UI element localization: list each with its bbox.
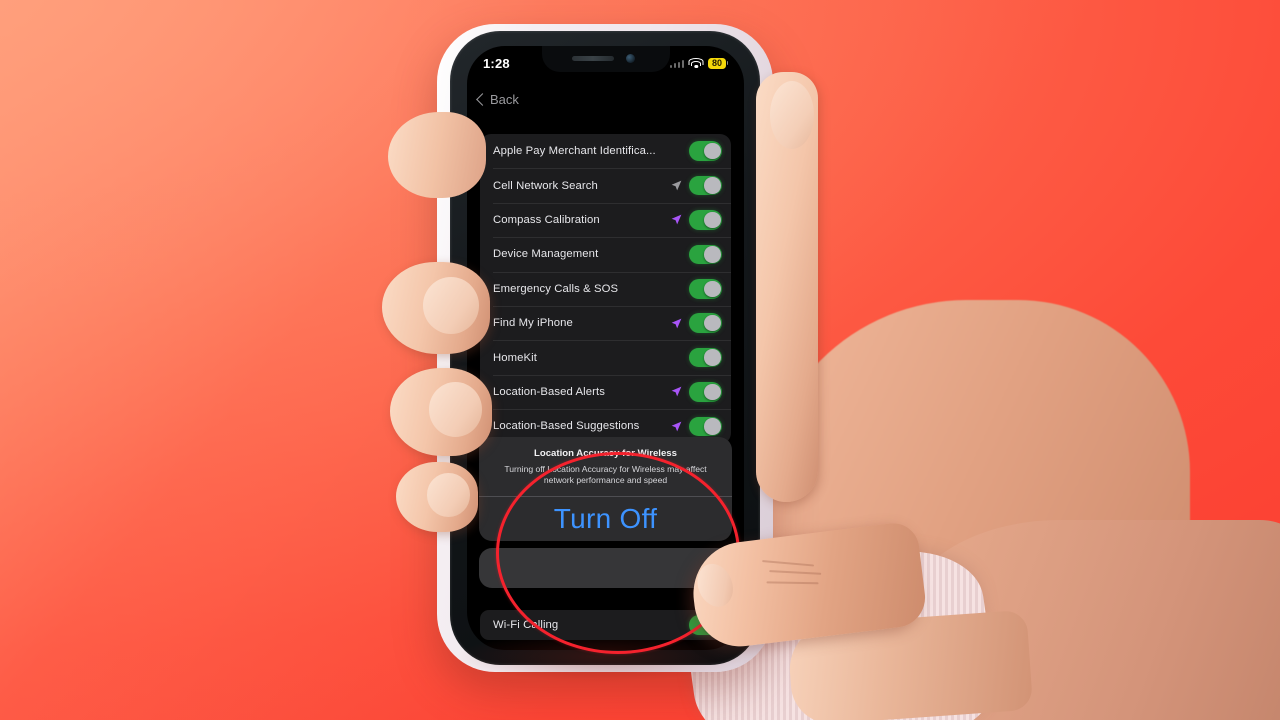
list-item-toggle[interactable]	[689, 347, 722, 368]
alert-title: Location Accuracy for Wireless	[534, 447, 677, 459]
list-item[interactable]: Compass Calibration	[480, 202, 731, 237]
list-item[interactable]: Find My iPhone	[480, 305, 731, 340]
alert-card: Location Accuracy for Wireless Turning o…	[479, 436, 732, 541]
list-item[interactable]: Emergency Calls & SOS	[480, 271, 731, 306]
list-item-toggle[interactable]	[689, 141, 722, 161]
list-item-toggle[interactable]	[689, 244, 722, 265]
list-item-label: Device Management	[493, 248, 599, 261]
toggle-knob	[704, 142, 721, 160]
toggle-knob	[704, 246, 721, 263]
finger-middle-left	[382, 262, 490, 354]
toggle-knob	[704, 280, 721, 297]
location-arrow-icon	[670, 179, 683, 192]
list-item[interactable]: HomeKit	[480, 340, 731, 374]
list-item-label: Find My iPhone	[493, 317, 573, 330]
system-services-list: Apple Pay Merchant Identifica... Cell Net…	[480, 134, 731, 444]
turn-off-button[interactable]: Turn Off	[479, 497, 732, 541]
list-item-toggle[interactable]	[689, 175, 722, 196]
phone-shadow	[455, 640, 745, 682]
earpiece-speaker-icon	[571, 56, 614, 61]
toggle-knob	[704, 349, 721, 366]
list-item[interactable]: Location-Based Alerts	[480, 374, 731, 409]
list-item-label: Location-Based Alerts	[493, 385, 605, 398]
toggle-knob	[704, 177, 721, 194]
list-item-label: Cell Network Search	[493, 179, 598, 192]
battery-badge: 80	[708, 57, 726, 69]
battery-tip-icon	[726, 61, 728, 65]
list-item[interactable]: Apple Pay Merchant Identifica...	[480, 134, 731, 168]
toggle-knob	[704, 314, 721, 332]
list-item-label: Apple Pay Merchant Identifica...	[493, 145, 656, 158]
phone-screen: 1:28 80 Back Apple Pay Merchant Identifi…	[467, 46, 744, 650]
list-item-label: Location-Based Suggestions	[493, 420, 640, 433]
list-item-toggle[interactable]	[689, 416, 722, 437]
list-item-label: Emergency Calls & SOS	[493, 282, 619, 295]
status-bar-indicators: 80	[669, 57, 728, 69]
cellular-signal-icon	[669, 59, 685, 68]
thumb-right-side	[756, 72, 818, 502]
finger-top-left	[388, 112, 486, 198]
list-item-toggle[interactable]	[689, 313, 722, 333]
back-button[interactable]: Back	[475, 92, 519, 107]
list-item-toggle[interactable]	[689, 210, 722, 230]
list-item[interactable]: Cell Network Search	[480, 168, 731, 202]
device-notch	[541, 46, 670, 72]
list-item-label: HomeKit	[493, 351, 538, 364]
location-arrow-icon	[670, 213, 683, 226]
location-arrow-icon	[670, 420, 683, 433]
alert-sheet: Location Accuracy for Wireless Turning o…	[479, 436, 732, 588]
toggle-knob	[704, 211, 721, 229]
wifi-calling-label: Wi-Fi Calling	[493, 619, 559, 631]
list-item-label: Compass Calibration	[493, 213, 600, 226]
back-button-label: Back	[490, 91, 519, 107]
toggle-knob	[704, 383, 721, 401]
toggle-knob	[704, 418, 721, 435]
list-item[interactable]: Device Management	[480, 237, 731, 271]
chevron-left-icon	[476, 92, 489, 106]
alert-header: Location Accuracy for Wireless Turning o…	[479, 437, 732, 496]
location-arrow-icon	[670, 317, 683, 330]
finger-bottom-left	[396, 462, 478, 532]
navigation-bar: Back	[467, 80, 744, 118]
front-camera-icon	[625, 54, 635, 63]
finger-lower-left	[390, 368, 492, 456]
location-arrow-icon	[670, 385, 683, 398]
wifi-icon	[688, 57, 704, 69]
list-item-toggle[interactable]	[689, 382, 722, 402]
wifi-calling-row[interactable]: Wi-Fi Calling	[480, 610, 731, 640]
alert-message: Turning off Location Accuracy for Wirele…	[504, 463, 707, 486]
status-bar-time: 1:28	[483, 55, 510, 71]
list-item-toggle[interactable]	[689, 279, 722, 299]
screenshot-stage: 1:28 80 Back Apple Pay Merchant Identifi…	[0, 0, 1280, 720]
turn-off-label: Turn Off	[553, 503, 658, 534]
